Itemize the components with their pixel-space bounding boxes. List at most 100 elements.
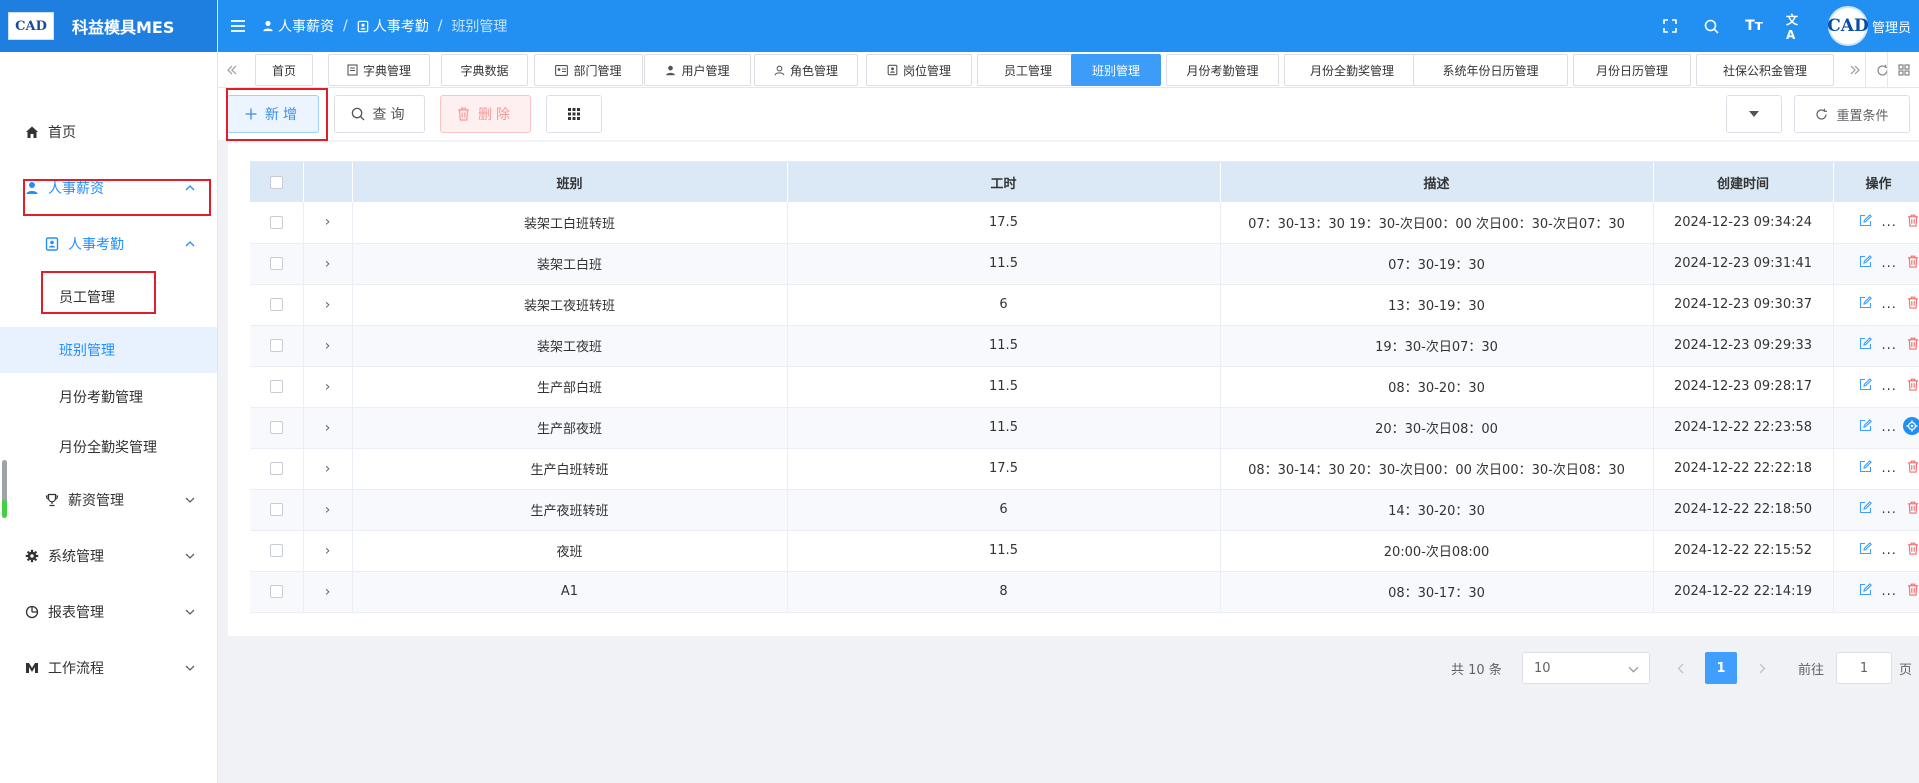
select-all-cell[interactable]: [250, 162, 304, 202]
more-actions-button[interactable]: ...: [1882, 379, 1897, 394]
breadcrumb-item-hr[interactable]: 人事薪资: [262, 16, 334, 36]
table-row[interactable]: › 生产部白班 11.5 08：30-20：30 2024-12-23 09:28:17…: [250, 366, 1919, 408]
sidebar-item-monthly-attendance[interactable]: 月份考勤管理: [0, 377, 217, 417]
column-header-hours[interactable]: 工时: [787, 162, 1221, 202]
add-button[interactable]: 新增: [227, 95, 319, 133]
sidebar-item-shift[interactable]: 班别管理: [0, 327, 217, 373]
tab-role-manage[interactable]: 角色管理: [754, 54, 858, 86]
font-size-icon[interactable]: Tт: [1744, 16, 1764, 36]
edit-icon[interactable]: [1859, 460, 1872, 477]
edit-icon[interactable]: [1859, 419, 1872, 436]
delete-icon[interactable]: [1907, 214, 1919, 231]
page-size-select[interactable]: 10: [1522, 652, 1650, 684]
tab-home[interactable]: 首页: [255, 54, 313, 86]
tab-social-security[interactable]: 社保公积金管理: [1696, 54, 1834, 86]
table-row[interactable]: › 装架工夜班 11.5 19：30-次日07：30 2024-12-23 09:29:…: [250, 325, 1919, 367]
tabs-scroll-left-icon[interactable]: [218, 52, 246, 88]
tab-monthly-calendar[interactable]: 月份日历管理: [1573, 54, 1691, 86]
sidebar-item-home[interactable]: 首页: [0, 112, 217, 152]
tab-dict-manage[interactable]: 字典管理: [328, 54, 430, 86]
more-actions-button[interactable]: ...: [1882, 584, 1897, 599]
sidebar-scrollbar[interactable]: [2, 460, 7, 518]
more-actions-button[interactable]: ...: [1882, 297, 1897, 312]
row-checkbox[interactable]: [269, 585, 283, 598]
chevron-right-icon[interactable]: ›: [325, 297, 331, 313]
table-row[interactable]: › A1 8 08：30-17：30 2024-12-22 22:14:19...: [250, 571, 1919, 613]
chevron-right-icon[interactable]: ›: [325, 214, 331, 230]
more-actions-button[interactable]: ...: [1882, 420, 1897, 435]
edit-icon[interactable]: [1859, 501, 1872, 518]
row-checkbox[interactable]: [269, 544, 283, 557]
sidebar-item-employee[interactable]: 员工管理: [0, 277, 217, 317]
edit-icon[interactable]: [1859, 337, 1872, 354]
avatar[interactable]: CAD: [1827, 6, 1869, 46]
row-checkbox[interactable]: [269, 380, 283, 393]
reset-conditions-button[interactable]: 重置条件: [1794, 95, 1910, 133]
sidebar-item-report[interactable]: 报表管理: [0, 592, 217, 632]
sidebar-item-hr[interactable]: 人事薪资: [0, 168, 217, 208]
filter-dropdown-button[interactable]: [1726, 95, 1782, 133]
delete-icon[interactable]: [1907, 583, 1919, 600]
table-row[interactable]: › 生产白班转班 17.5 08：30-14：30 20：30-次日00：00 次日0…: [250, 448, 1919, 490]
more-actions-button[interactable]: ...: [1882, 215, 1897, 230]
edit-icon[interactable]: [1859, 583, 1872, 600]
column-header-desc[interactable]: 描述: [1220, 162, 1654, 202]
delete-icon[interactable]: [1907, 460, 1919, 477]
tab-dict-data[interactable]: 字典数据: [441, 54, 528, 86]
row-checkbox[interactable]: [269, 339, 283, 352]
row-checkbox[interactable]: [269, 215, 283, 229]
tab-dept-manage[interactable]: 部门管理: [534, 54, 643, 86]
chevron-right-icon[interactable]: ›: [325, 379, 331, 395]
fullscreen-icon[interactable]: [1660, 16, 1680, 36]
row-checkbox[interactable]: [269, 298, 283, 311]
delete-icon[interactable]: [1907, 255, 1919, 272]
table-row[interactable]: › 装架工白班转班 17.5 07：30-13：30 19：30-次日00：00 次日…: [250, 202, 1919, 244]
page-number-current[interactable]: 1: [1705, 652, 1737, 684]
tab-monthly-attendance[interactable]: 月份考勤管理: [1166, 54, 1279, 86]
chevron-right-icon[interactable]: ›: [325, 256, 331, 272]
next-page-icon[interactable]: [1748, 652, 1776, 684]
more-actions-button[interactable]: ...: [1882, 502, 1897, 517]
tab-employee-manage[interactable]: 员工管理: [977, 54, 1079, 86]
column-header-created[interactable]: 创建时间: [1653, 162, 1834, 202]
chevron-right-icon[interactable]: ›: [325, 502, 331, 518]
table-row[interactable]: › 夜班 11.5 20:00-次日08:00 2024-12-22 22:15:52.…: [250, 530, 1919, 572]
column-settings-button[interactable]: [546, 95, 602, 133]
more-actions-button[interactable]: ...: [1882, 461, 1897, 476]
user-name[interactable]: 管理员: [1872, 17, 1911, 36]
delete-icon[interactable]: [1907, 337, 1919, 354]
select-all-checkbox[interactable]: [269, 175, 283, 189]
breadcrumb-item-attendance[interactable]: 人事考勤: [357, 16, 429, 36]
chevron-right-icon[interactable]: ›: [325, 543, 331, 559]
prev-page-icon[interactable]: [1666, 652, 1694, 684]
chevron-right-icon[interactable]: ›: [325, 338, 331, 354]
tab-post-manage[interactable]: 岗位管理: [866, 54, 972, 86]
settings-float-icon[interactable]: [1903, 417, 1919, 435]
row-checkbox[interactable]: [269, 421, 283, 434]
sidebar-item-salary[interactable]: 薪资管理: [0, 480, 217, 520]
delete-icon[interactable]: [1907, 542, 1919, 559]
row-checkbox[interactable]: [269, 503, 283, 516]
edit-icon[interactable]: [1859, 542, 1872, 559]
chevron-right-icon[interactable]: ›: [325, 420, 331, 436]
translate-icon[interactable]: 文A: [1786, 13, 1806, 42]
row-checkbox[interactable]: [269, 257, 283, 270]
grid-menu-icon[interactable]: [1887, 52, 1919, 88]
table-row[interactable]: › 装架工夜班转班 6 13：30-19：30 2024-12-23 09:30:37.…: [250, 284, 1919, 326]
edit-icon[interactable]: [1859, 296, 1872, 313]
tab-monthly-bonus[interactable]: 月份全勤奖管理: [1284, 54, 1420, 86]
delete-icon[interactable]: [1907, 378, 1919, 395]
sidebar-item-attendance[interactable]: 人事考勤: [0, 224, 217, 264]
search-icon[interactable]: [1702, 16, 1722, 36]
sidebar-item-system[interactable]: 系统管理: [0, 536, 217, 576]
tab-user-manage[interactable]: 用户管理: [644, 54, 751, 86]
tab-shift-manage[interactable]: 班别管理: [1071, 54, 1161, 86]
tab-yearly-calendar[interactable]: 系统年份日历管理: [1413, 54, 1568, 86]
edit-icon[interactable]: [1859, 255, 1872, 272]
more-actions-button[interactable]: ...: [1882, 256, 1897, 271]
chevron-right-icon[interactable]: ›: [325, 584, 331, 600]
table-row[interactable]: › 生产夜班转班 6 14：30-20：30 2024-12-22 22:18:50..…: [250, 489, 1919, 531]
chevron-right-icon[interactable]: ›: [325, 461, 331, 477]
sidebar-item-monthly-bonus[interactable]: 月份全勤奖管理: [0, 427, 217, 467]
table-row[interactable]: › 生产部夜班 11.5 20：30-次日08：00 2024-12-22 22:23:…: [250, 407, 1919, 449]
